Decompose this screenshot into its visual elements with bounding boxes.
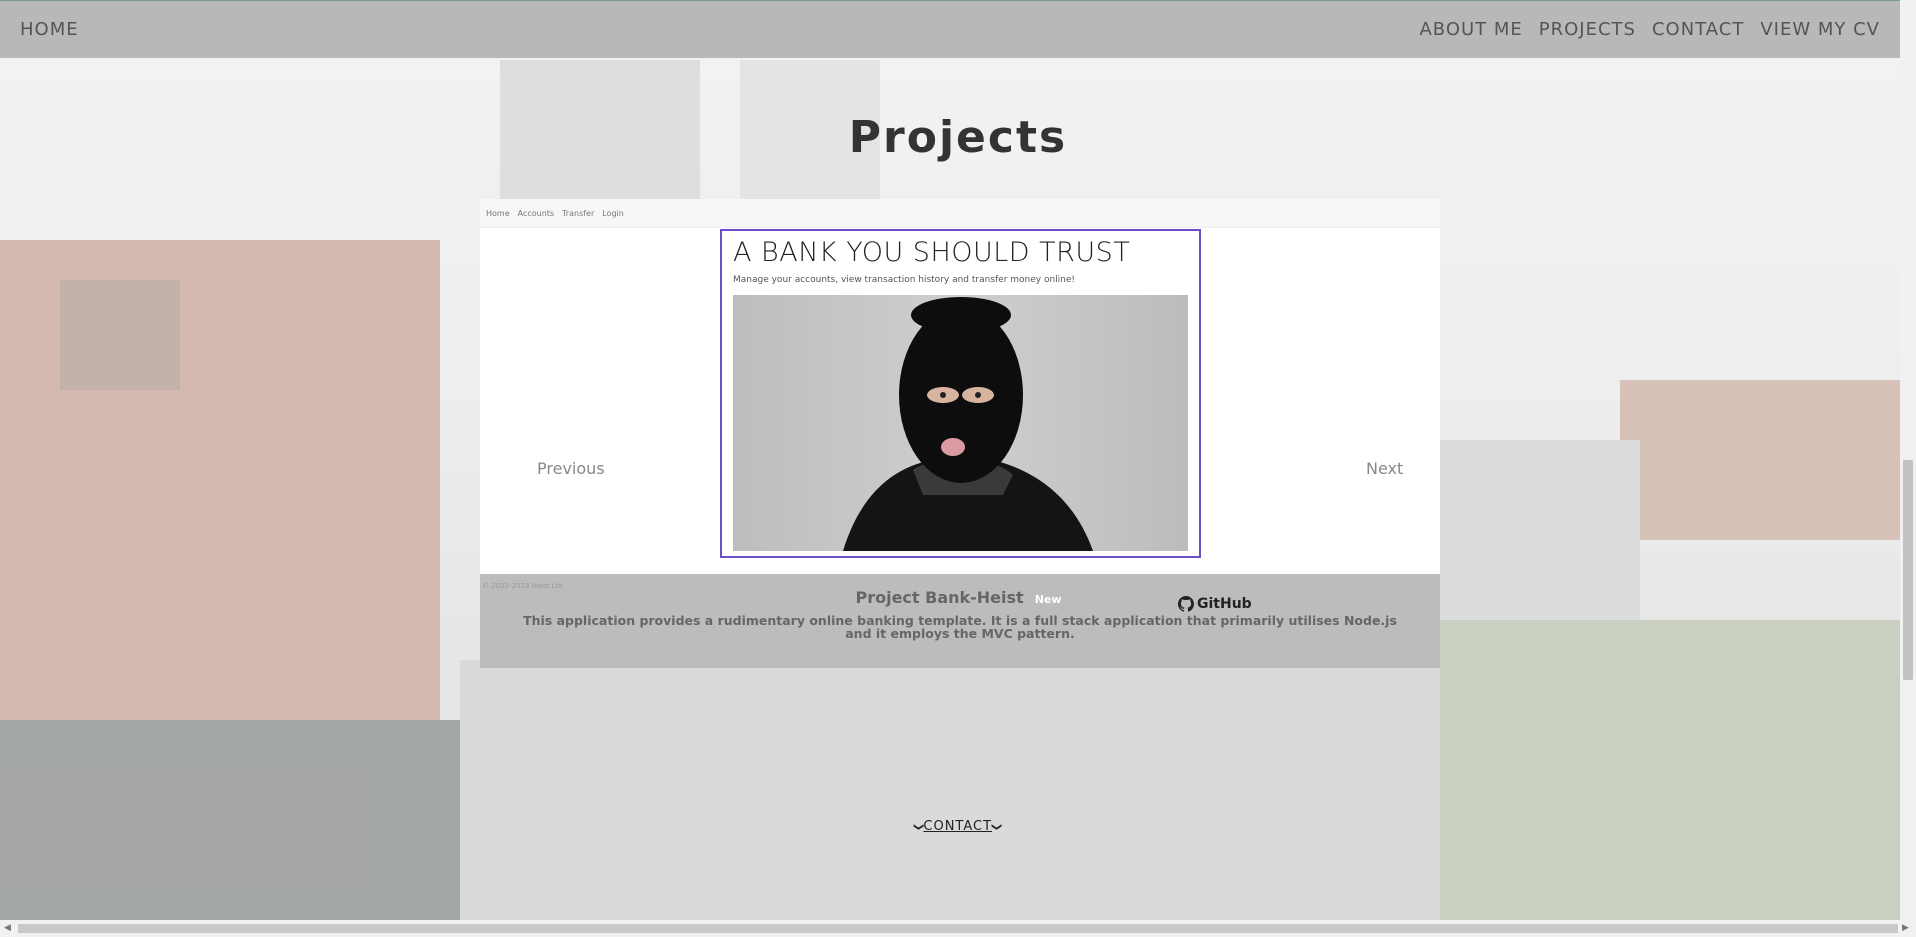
slide-heading: A BANK YOU SHOULD TRUST xyxy=(733,237,1131,268)
slide-subheading: Manage your accounts, view transaction h… xyxy=(733,275,1076,285)
github-icon xyxy=(1178,596,1194,612)
github-label: GitHub xyxy=(1197,596,1252,612)
contact-label: CONTACT xyxy=(923,819,993,834)
project-carousel: Home Accounts Transfer Login A BANK YOU … xyxy=(480,199,1440,574)
nav-about-link[interactable]: ABOUT ME xyxy=(1419,19,1522,40)
nav-cv-link[interactable]: VIEW MY CV xyxy=(1760,19,1880,40)
project-title: Project Bank-Heist xyxy=(855,588,1024,607)
horizontal-scrollbar[interactable]: ◀ ▶ xyxy=(0,920,1916,937)
balaclava-person-illustration xyxy=(843,297,1093,551)
nav-projects-link[interactable]: PROJECTS xyxy=(1539,19,1636,40)
project-title-row: Project Bank-Heist New xyxy=(480,588,1440,607)
nav-links: ABOUT ME PROJECTS CONTACT VIEW MY CV xyxy=(1419,19,1880,40)
horizontal-scrollbar-thumb[interactable] xyxy=(18,924,1898,933)
vertical-scrollbar-thumb[interactable] xyxy=(1903,460,1913,680)
new-badge: New xyxy=(1034,593,1062,606)
top-navbar: HOME ABOUT ME PROJECTS CONTACT VIEW MY C… xyxy=(0,0,1900,58)
screenshot-mini-nav: Home Accounts Transfer Login xyxy=(480,199,1440,228)
slide-frame[interactable]: A BANK YOU SHOULD TRUST Manage your acco… xyxy=(720,229,1201,558)
vertical-scrollbar[interactable] xyxy=(1900,0,1916,920)
nav-contact-link[interactable]: CONTACT xyxy=(1652,19,1744,40)
scroll-right-arrow-icon[interactable]: ▶ xyxy=(1902,923,1909,933)
balaclava-person-image xyxy=(733,295,1188,551)
mini-nav-transfer: Transfer xyxy=(562,208,595,218)
scroll-left-arrow-icon[interactable]: ◀ xyxy=(4,923,11,933)
nav-home-link[interactable]: HOME xyxy=(20,19,79,40)
mini-nav-login: Login xyxy=(602,208,624,218)
chevron-down-icon: ❯ xyxy=(913,822,925,833)
page-title: Projects xyxy=(848,112,1068,163)
contact-scroll-link[interactable]: ❯CONTACT❯ xyxy=(913,819,1003,834)
mini-nav-home: Home xyxy=(486,208,510,218)
carousel-next-button[interactable]: Next xyxy=(1366,459,1403,478)
chevron-down-icon: ❯ xyxy=(991,822,1003,833)
github-link[interactable]: GitHub xyxy=(1178,596,1252,612)
carousel-previous-button[interactable]: Previous xyxy=(537,459,605,478)
mini-nav-accounts: Accounts xyxy=(517,208,555,218)
project-description: This application provides a rudimentary … xyxy=(523,613,1397,641)
project-caption: © 2022-2023 Heist Ltd Project Bank-Heist… xyxy=(480,574,1440,668)
